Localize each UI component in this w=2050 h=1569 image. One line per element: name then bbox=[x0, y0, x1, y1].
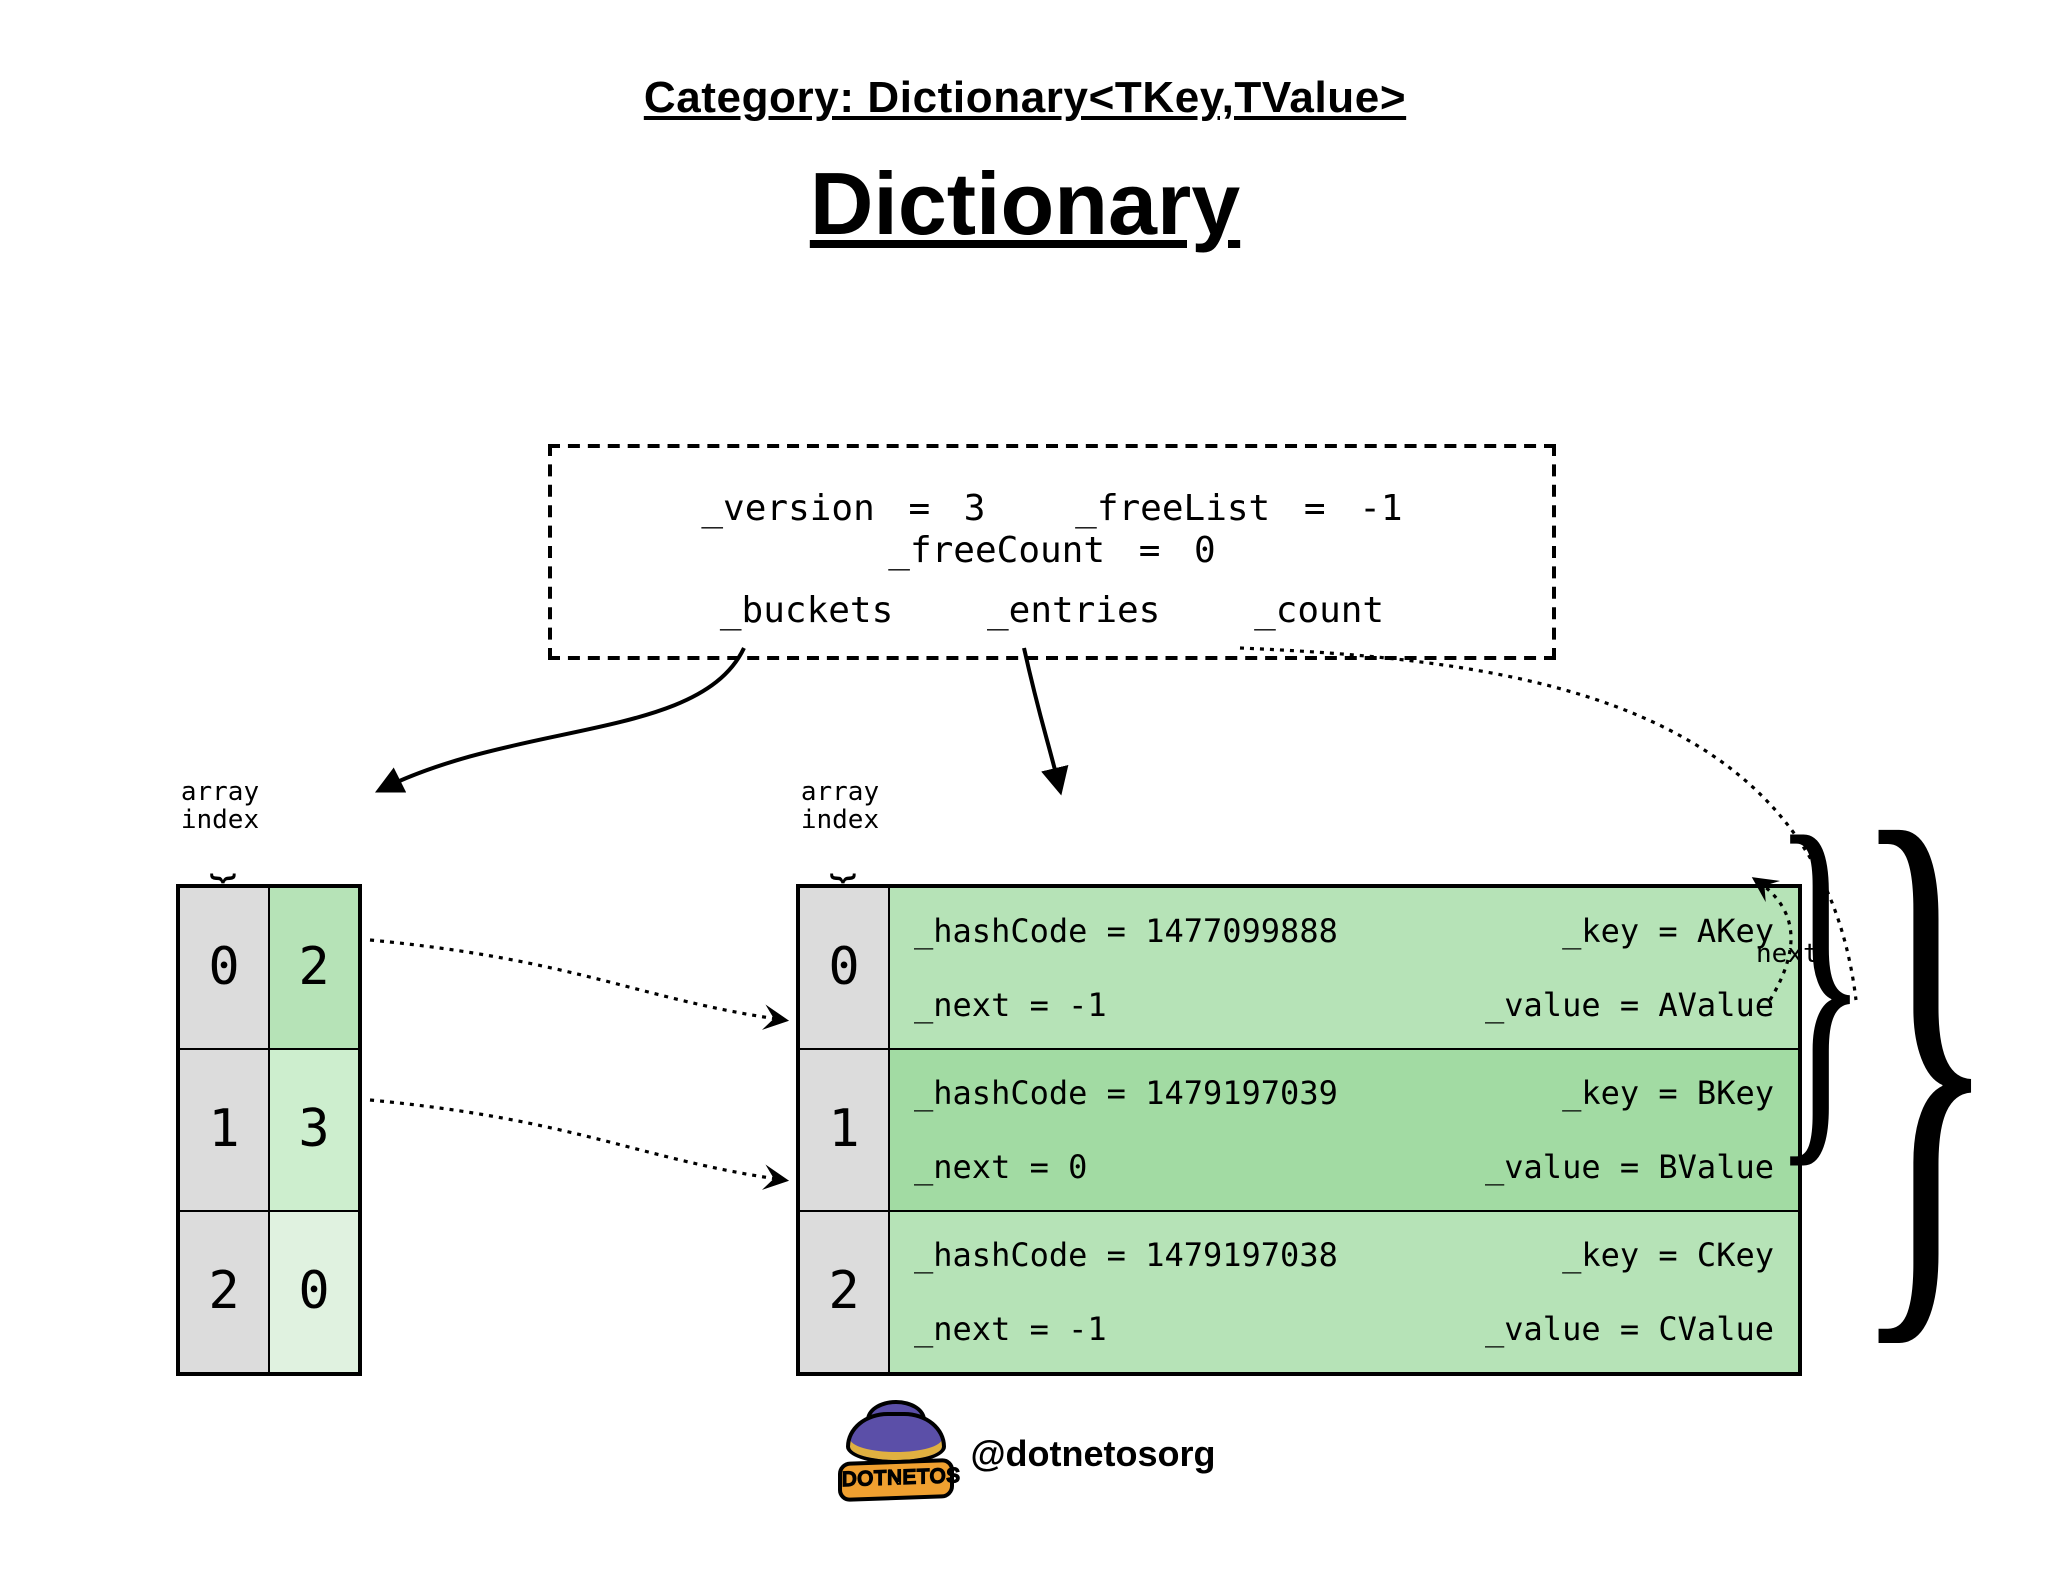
entry-index: 2 bbox=[798, 1211, 889, 1374]
entry-body: _hashCode = 1479197039 _next = 0 _key = … bbox=[889, 1049, 1800, 1211]
meta-freeCount: _freeCount = 0 bbox=[888, 530, 1215, 572]
meta-buckets-label: _buckets bbox=[720, 590, 893, 632]
meta-version: _version = 3 bbox=[701, 488, 985, 530]
logo-text: DOTNETOS bbox=[838, 1458, 954, 1502]
entry-hashcode: _hashCode = 1479197038 bbox=[914, 1236, 1338, 1274]
entry-index: 0 bbox=[798, 886, 889, 1049]
dictionary-internals: _version = 3 _freeList = -1 _freeCount =… bbox=[548, 444, 1556, 660]
buckets-array: arrayindex ⏟ 0 2 1 3 2 0 bbox=[176, 780, 362, 1376]
bucket-value: 3 bbox=[269, 1049, 360, 1211]
entry-next: _next = 0 bbox=[914, 1148, 1087, 1186]
bucket-index: 1 bbox=[178, 1049, 269, 1211]
entry-key: _key = AKey bbox=[1562, 912, 1774, 950]
bucket-index: 2 bbox=[178, 1211, 269, 1374]
buckets-brace: ⏟ bbox=[176, 841, 264, 872]
dotnetos-logo: DOTNETOS bbox=[834, 1408, 950, 1500]
entry-key: _key = CKey bbox=[1562, 1236, 1774, 1274]
meta-entries-label: _entries bbox=[987, 590, 1160, 632]
category-label: Category: Dictionary<TKey,TValue> bbox=[0, 72, 2050, 124]
entry-next: _next = -1 bbox=[914, 986, 1107, 1024]
entries-brace: ⏟ bbox=[796, 841, 884, 872]
entry-value: _value = CValue bbox=[1485, 1310, 1774, 1348]
entry-value: _value = BValue bbox=[1485, 1148, 1774, 1186]
entry-body: _hashCode = 1477099888 _next = -1 _key =… bbox=[889, 886, 1800, 1049]
twitter-handle: @dotnetosorg bbox=[970, 1433, 1215, 1475]
entries-array: arrayindex ⏟ 0 _hashCode = 1477099888 _n… bbox=[796, 780, 1802, 1376]
bucket-index: 0 bbox=[178, 886, 269, 1049]
page-title: Dictionary bbox=[0, 156, 2050, 256]
bucket-value: 0 bbox=[269, 1211, 360, 1374]
meta-freeList: _freeList = -1 bbox=[1075, 488, 1402, 530]
meta-count-label: _count bbox=[1254, 590, 1384, 632]
entry-body: _hashCode = 1479197038 _next = -1 _key =… bbox=[889, 1211, 1800, 1374]
entry-hashcode: _hashCode = 1479197039 bbox=[914, 1074, 1338, 1112]
buckets-index-label: arrayindex bbox=[176, 780, 264, 837]
entry-index: 1 bbox=[798, 1049, 889, 1211]
bucket-value: 2 bbox=[269, 886, 360, 1049]
footer: DOTNETOS @dotnetosorg bbox=[0, 1408, 2050, 1500]
entry-next: _next = -1 bbox=[914, 1310, 1107, 1348]
count-brace-icon: } bbox=[1850, 800, 1999, 1308]
entry-key: _key = BKey bbox=[1562, 1074, 1774, 1112]
entry-hashcode: _hashCode = 1477099888 bbox=[914, 912, 1338, 950]
entry-value: _value = AValue bbox=[1485, 986, 1774, 1024]
next-label: next bbox=[1756, 940, 1819, 970]
entries-index-label: arrayindex bbox=[796, 780, 884, 837]
